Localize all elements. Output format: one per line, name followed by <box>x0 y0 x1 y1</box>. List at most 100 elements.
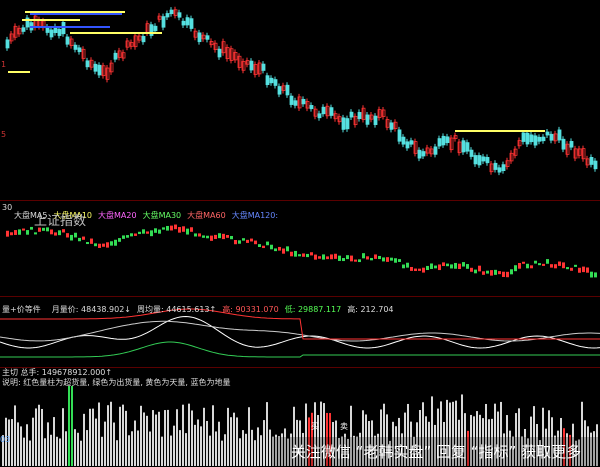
volume-bar <box>62 408 64 466</box>
volume-bar <box>74 429 76 466</box>
volume-bar <box>95 418 97 466</box>
candle-body <box>205 35 210 40</box>
volume-bar <box>182 404 184 466</box>
index-candle <box>362 253 365 259</box>
candle-body <box>301 98 306 105</box>
index-candle <box>474 269 477 274</box>
index-candle <box>82 236 85 240</box>
index-name-label: 上证指数 <box>34 214 87 229</box>
index-candle <box>30 226 33 230</box>
volume-bar <box>131 431 133 466</box>
candle-body <box>501 164 506 172</box>
indicator-prefix: 量+价等件 <box>2 305 41 314</box>
ma-legend-item: 大盘MA20 <box>98 211 137 220</box>
index-candle <box>506 271 509 278</box>
volume-bar <box>83 413 85 466</box>
volume-bar <box>233 412 235 466</box>
volume-bar <box>149 431 151 466</box>
indicator-pane[interactable]: 量+价等件 月量价: 48438.902↓ 周均量: 44615.613↑ 高: 9… <box>0 297 600 367</box>
volume-bar <box>173 425 175 466</box>
index-candle <box>462 262 465 267</box>
candle-body <box>277 86 282 95</box>
candle-body <box>493 162 498 170</box>
candle-body <box>417 149 422 159</box>
index-candle <box>578 267 581 273</box>
candle-body <box>177 12 182 18</box>
index-candle <box>554 264 557 269</box>
index-candle <box>10 232 13 236</box>
volume-bar <box>209 435 211 466</box>
candle-body <box>141 35 146 43</box>
candle-body <box>401 136 406 145</box>
volume-bar <box>191 410 193 466</box>
indicator-legend: 量+价等件 月量价: 48438.902↓ 周均量: 44615.613↑ 高: 9… <box>2 297 394 316</box>
index-candle <box>222 233 225 240</box>
index-candle <box>346 255 349 260</box>
index-candle <box>266 241 269 246</box>
candle-body <box>405 141 410 149</box>
candle-body <box>465 142 470 152</box>
index-candle <box>518 262 521 269</box>
volume-bar <box>206 420 208 466</box>
index-candle <box>366 256 369 260</box>
indicator-line-grey <box>0 320 600 342</box>
index-candle <box>582 266 585 273</box>
candle-body <box>469 149 474 157</box>
volume-bar <box>11 419 13 466</box>
index-candle <box>62 229 65 233</box>
index-candle <box>546 259 549 264</box>
price-axis-label-1: 1 <box>1 60 7 69</box>
candle-body <box>461 140 466 153</box>
candle-body <box>249 60 254 71</box>
index-candle <box>406 262 409 268</box>
volume-bar <box>113 422 115 466</box>
index-candle <box>138 231 141 235</box>
index-candle <box>526 263 529 269</box>
index-candle <box>278 246 281 251</box>
volume-bar <box>29 440 31 466</box>
index-candle <box>334 253 337 259</box>
volume-bar <box>242 430 244 466</box>
index-candle <box>182 226 185 232</box>
index-ma-pane[interactable]: 30 大盘MA5 大盘MA10 大盘MA20 大盘MA30 大盘MA60 大盘MA120:… <box>0 201 600 296</box>
index-candle <box>194 233 197 237</box>
candle-body <box>21 27 26 32</box>
candle-body <box>265 75 270 86</box>
price-chart-pane[interactable]: 1 5 <box>0 0 600 200</box>
candle-body <box>561 138 566 150</box>
index-candle <box>158 229 161 234</box>
volume-bar <box>230 417 232 466</box>
index-candle <box>58 230 61 236</box>
candle-body <box>85 60 90 68</box>
index-candle <box>522 261 525 264</box>
candle-body <box>329 107 334 116</box>
index-candle <box>190 227 193 232</box>
volume-bar <box>125 410 127 466</box>
index-candle <box>226 235 229 238</box>
index-candle <box>390 257 393 261</box>
index-candle <box>542 263 545 266</box>
indicator-legend-item: 低: 29887.117 <box>284 305 342 314</box>
volume-bar <box>53 417 55 466</box>
index-candle <box>374 254 377 259</box>
watermark-banner: 关注微信 “老韩实盘” 回复 “指标” 获取更多 <box>272 437 600 467</box>
index-candle <box>382 257 385 262</box>
volume-bar <box>218 421 220 466</box>
volume-bar <box>80 440 82 466</box>
volume-bar <box>146 415 148 466</box>
volume-bar <box>185 433 187 466</box>
index-candle <box>270 244 273 250</box>
candle-body <box>541 136 546 142</box>
index-candle <box>322 254 325 260</box>
candle-body <box>309 105 314 110</box>
candle-body <box>317 113 322 119</box>
index-candle <box>90 238 93 244</box>
index-candle <box>290 251 293 257</box>
index-candle <box>106 242 109 248</box>
indicator-line-green <box>0 341 600 358</box>
index-candle <box>170 225 173 231</box>
index-candle <box>422 267 425 273</box>
volume-bar <box>122 404 124 466</box>
candle-body <box>93 63 98 72</box>
volume-bar <box>203 407 205 466</box>
